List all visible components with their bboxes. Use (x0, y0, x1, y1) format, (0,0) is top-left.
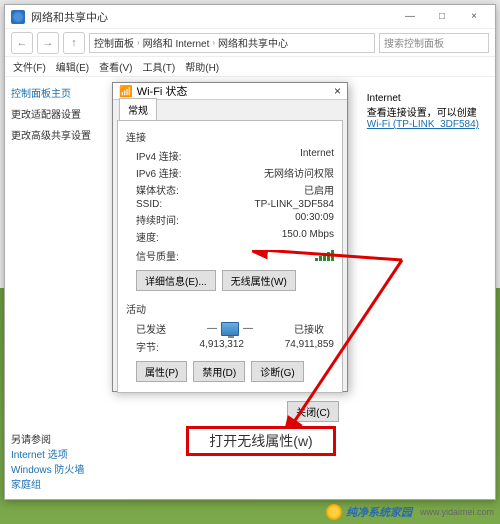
menu-bar: 文件(F) 编辑(E) 查看(V) 工具(T) 帮助(H) (5, 57, 495, 77)
wifi-link[interactable]: Wi-Fi (TP-LINK_3DF584) (367, 119, 479, 130)
details-button[interactable]: 详细信息(E)... (136, 270, 216, 291)
row-duration: 持续时间:00:30:09 (126, 211, 334, 228)
watermark-url: www.yidaimei.com (420, 507, 494, 517)
window-title: 网络和共享中心 (31, 9, 395, 25)
row-ssid: SSID:TP-LINK_3DF584 (126, 198, 334, 211)
diagnose-button[interactable]: 诊断(G) (251, 361, 303, 382)
sent-label: 已发送 (136, 321, 166, 336)
link-internet-options[interactable]: Internet 选项 (11, 450, 68, 461)
signal-label: 信号质量: (136, 248, 179, 263)
dialog-title: Wi-Fi 状态 (137, 83, 334, 99)
watermark: 纯净系统家园 www.yidaimei.com (326, 504, 494, 520)
wifi-status-dialog: 📶 Wi-Fi 状态 × 常规 连接 IPv4 连接:Internet IPv6… (112, 82, 348, 392)
menu-tools[interactable]: 工具(T) (142, 59, 175, 74)
crumb[interactable]: 网络和 Internet (143, 35, 210, 50)
dialog-close-button[interactable]: × (334, 84, 341, 98)
search-input[interactable]: 搜索控制面板 (379, 33, 489, 53)
sidebar-bottom: 另请参阅 Internet 选项 Windows 防火墙 家庭组 (11, 431, 109, 491)
sidebar-adapter[interactable]: 更改适配器设置 (11, 106, 109, 121)
dialog-body: 连接 IPv4 连接:Internet IPv6 连接:无网络访问权限 媒体状态… (117, 120, 343, 393)
wireless-properties-button[interactable]: 无线属性(W) (222, 270, 296, 291)
menu-view[interactable]: 查看(V) (99, 59, 132, 74)
up-button[interactable]: ↑ (63, 32, 85, 54)
monitor-icon (221, 322, 239, 336)
sidebar-home[interactable]: 控制面板主页 (11, 85, 109, 100)
row-signal: 信号质量: (126, 245, 334, 266)
dialog-footer: 关闭(C) (113, 397, 347, 426)
breadcrumb[interactable]: 控制面板› 网络和 Internet› 网络和共享中心 (89, 33, 375, 53)
row-media: 媒体状态:已启用 (126, 181, 334, 198)
tab-strip: 常规 (113, 100, 347, 120)
properties-button[interactable]: 属性(P) (136, 361, 187, 382)
row-bytes: 字节: 4,913,312 74,911,859 (126, 338, 334, 355)
close-dialog-button[interactable]: 关闭(C) (287, 401, 339, 422)
signal-icon: 📶 (119, 85, 133, 98)
crumb[interactable]: 控制面板 (94, 35, 134, 50)
window-controls: — □ × (395, 8, 489, 26)
minimize-button[interactable]: — (395, 8, 425, 26)
menu-help[interactable]: 帮助(H) (185, 59, 219, 74)
menu-edit[interactable]: 编辑(E) (56, 59, 89, 74)
titlebar: 网络和共享中心 — □ × (5, 5, 495, 29)
menu-file[interactable]: 文件(F) (13, 59, 46, 74)
nav-bar: ← → ↑ 控制面板› 网络和 Internet› 网络和共享中心 搜索控制面板 (5, 29, 495, 57)
annotation-callout: 打开无线属性(w) (186, 426, 336, 456)
row-ipv4: IPv4 连接:Internet (126, 147, 334, 164)
tab-general[interactable]: 常规 (119, 98, 157, 120)
row-ipv6: IPv6 连接:无网络访问权限 (126, 164, 334, 181)
sidebar-advanced[interactable]: 更改高级共享设置 (11, 127, 109, 142)
recv-label: 已接收 (294, 321, 324, 336)
bytes-recv: 74,911,859 (285, 339, 334, 354)
activity-row: 已发送 — — 已接收 (126, 319, 334, 338)
app-icon (11, 10, 25, 24)
row-speed: 速度:150.0 Mbps (126, 228, 334, 245)
sidebar: 控制面板主页 更改适配器设置 更改高级共享设置 另请参阅 Internet 选项… (5, 77, 115, 499)
see-also-label: 另请参阅 (11, 431, 109, 446)
forward-button[interactable]: → (37, 32, 59, 54)
back-button[interactable]: ← (11, 32, 33, 54)
bytes-sent: 4,913,312 (159, 339, 285, 354)
signal-bars-icon (315, 250, 334, 261)
close-button[interactable]: × (459, 8, 489, 26)
maximize-button[interactable]: □ (427, 8, 457, 26)
disable-button[interactable]: 禁用(D) (193, 361, 245, 382)
link-firewall[interactable]: Windows 防火墙 (11, 465, 84, 476)
activity-icon: — — (207, 322, 253, 336)
access-type-value: Internet (367, 93, 479, 104)
crumb[interactable]: 网络和共享中心 (218, 35, 288, 50)
section-connection: 连接 (126, 129, 334, 144)
watermark-logo-icon (326, 504, 342, 520)
link-homegroup[interactable]: 家庭组 (11, 480, 41, 491)
watermark-brand: 纯净系统家园 (346, 504, 412, 520)
access-type-sub: 查看连接设置，可以创建 (367, 104, 479, 119)
section-activity: 活动 (126, 301, 334, 316)
